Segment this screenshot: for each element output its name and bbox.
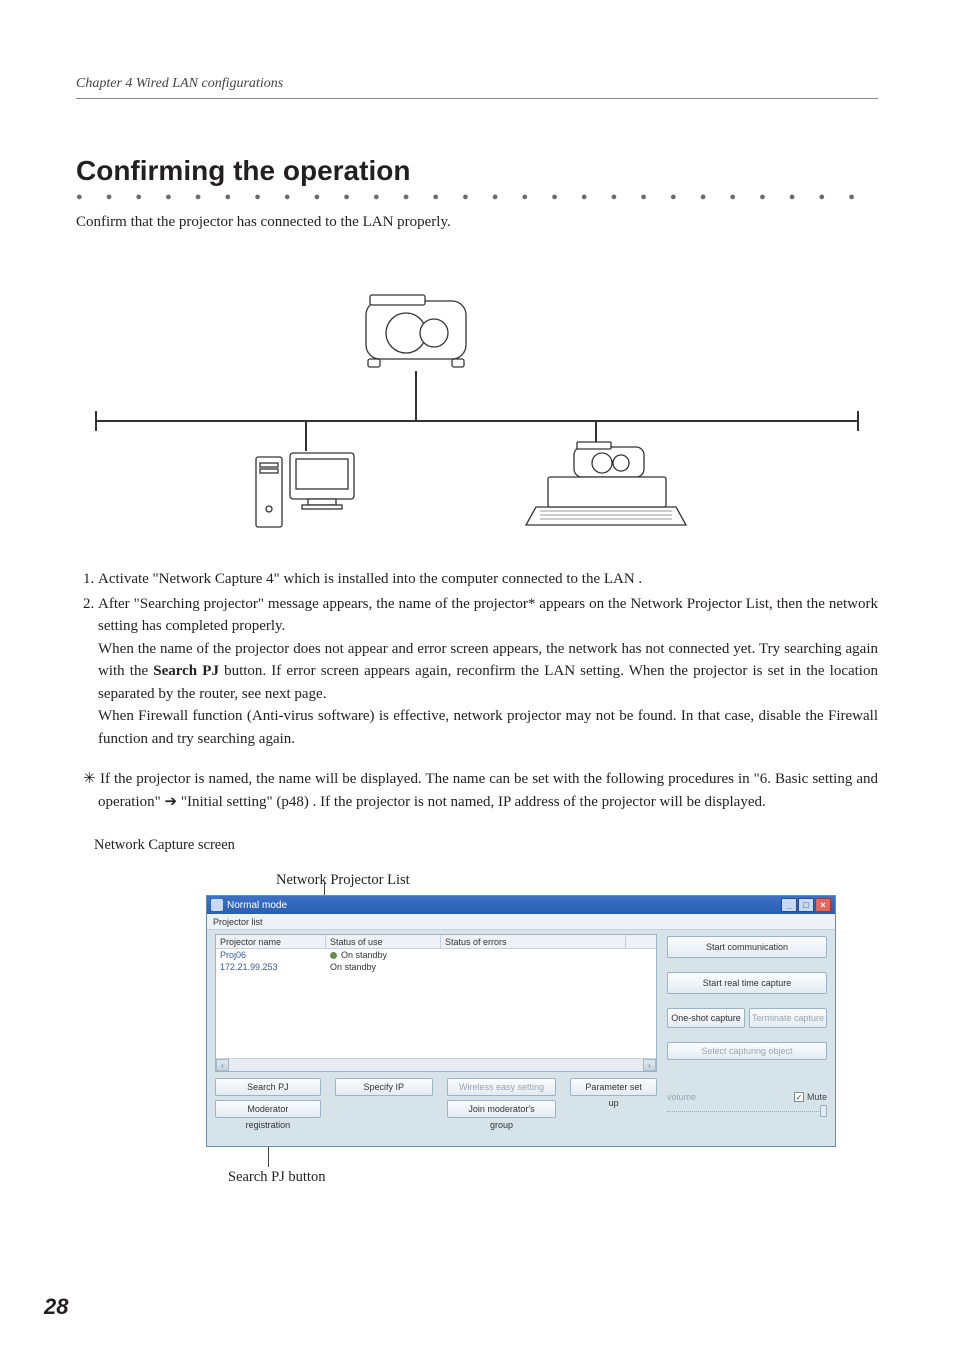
mute-label: Mute	[807, 1092, 827, 1102]
scroll-left-icon[interactable]: ‹	[216, 1059, 229, 1071]
step-2: After "Searching projector" message appe…	[98, 593, 878, 751]
search-pj-bold: Search PJ	[153, 663, 219, 679]
slider-thumb-icon[interactable]	[820, 1105, 827, 1117]
app-screenshot-wrap: Normal mode _ □ × Projector list Project…	[206, 895, 878, 1147]
scroll-right-icon[interactable]: ›	[643, 1059, 656, 1071]
join-moderator-button[interactable]: Join moderator's group	[447, 1100, 556, 1118]
step-2-para-1: After "Searching projector" message appe…	[98, 593, 878, 638]
arrow-icon: ➔	[165, 793, 178, 810]
window-controls: _ □ ×	[781, 898, 831, 912]
footnote: ✳ If the projector is named, the name wi…	[76, 768, 878, 813]
chapter-header: Chapter 4 Wired LAN configurations	[76, 76, 878, 99]
row0-status: On standby	[341, 950, 387, 960]
row1-status: On standby	[330, 962, 376, 972]
moderator-registration-button[interactable]: Moderator registration	[215, 1100, 321, 1118]
one-shot-capture-button[interactable]: One-shot capture	[667, 1008, 745, 1028]
volume-area: volume ✓ Mute	[667, 1092, 827, 1118]
left-panel: Projector name Status of use Status of e…	[207, 930, 663, 1126]
network-diagram	[76, 251, 878, 541]
caption-projector-list: Network Projector List	[276, 872, 878, 889]
row1-errors	[441, 961, 626, 973]
footnote-text-b: "Initial setting" (p48) . If the project…	[177, 794, 766, 810]
app-icon	[211, 899, 223, 911]
row0-name: Proj06	[220, 950, 246, 960]
page-title: Confirming the operation	[76, 155, 878, 187]
dotted-rule: ● ● ● ● ● ● ● ● ● ● ● ● ● ● ● ● ● ● ● ● …	[76, 191, 878, 204]
step-1-text: Activate "Network Capture 4" which is in…	[98, 571, 642, 587]
close-button[interactable]: ×	[815, 898, 831, 912]
list-row[interactable]: 172.21.99.253 On standby	[216, 961, 656, 973]
list-row[interactable]: Proj06 On standby	[216, 949, 656, 961]
terminate-capture-button[interactable]: Terminate capture	[749, 1008, 827, 1028]
specify-ip-button[interactable]: Specify IP	[335, 1078, 433, 1096]
start-communication-button[interactable]: Start communication	[667, 936, 827, 958]
leader-line-bottom	[268, 1147, 269, 1167]
list-header: Projector name Status of use Status of e…	[216, 935, 656, 949]
row0-errors	[441, 949, 626, 961]
col-status-use[interactable]: Status of use	[326, 935, 441, 948]
mute-checkbox[interactable]: ✓ Mute	[794, 1092, 827, 1102]
horizontal-scrollbar[interactable]: ‹ ›	[216, 1058, 656, 1071]
window-title: Normal mode	[227, 900, 287, 911]
app-window: Normal mode _ □ × Projector list Project…	[206, 895, 836, 1147]
asterisk-icon: ✳	[83, 770, 100, 787]
col-status-errors[interactable]: Status of errors	[441, 935, 626, 948]
start-realtime-capture-button[interactable]: Start real time capture	[667, 972, 827, 994]
right-panel: Start communication Start real time capt…	[663, 930, 835, 1126]
minimize-button[interactable]: _	[781, 898, 797, 912]
volume-label: volume	[667, 1092, 696, 1102]
button-row: Search PJ Moderator registration Specify…	[215, 1078, 657, 1118]
leader-line-top	[324, 881, 325, 895]
status-dot-icon	[330, 952, 337, 959]
volume-slider[interactable]	[667, 1104, 827, 1118]
page-number: 28	[44, 1294, 68, 1320]
caption-search-pj: Search PJ button	[228, 1169, 878, 1186]
col-projector-name[interactable]: Projector name	[216, 935, 326, 948]
row1-name: 172.21.99.253	[220, 962, 278, 972]
list-body: Proj06 On standby 172.21.99.253 On stand…	[216, 949, 656, 1058]
checkbox-icon: ✓	[794, 1092, 804, 1102]
menu-projector-list[interactable]: Projector list	[213, 917, 263, 927]
select-capturing-object-button[interactable]: Select capturing object	[667, 1042, 827, 1060]
projector-list-box: Projector name Status of use Status of e…	[215, 934, 657, 1072]
caption-network-capture: Network Capture screen	[94, 837, 878, 854]
intro-text: Confirm that the projector has connected…	[76, 214, 878, 231]
step-1: Activate "Network Capture 4" which is in…	[98, 568, 878, 591]
steps-list: Activate "Network Capture 4" which is in…	[76, 568, 878, 750]
maximize-button[interactable]: □	[798, 898, 814, 912]
menu-bar[interactable]: Projector list	[207, 914, 835, 930]
step-2-para-2: When the name of the projector does not …	[98, 638, 878, 706]
parameter-setup-button[interactable]: Parameter set up	[570, 1078, 657, 1096]
wireless-easy-button[interactable]: Wireless easy setting	[447, 1078, 556, 1096]
step-2-para-3: When Firewall function (Anti-virus softw…	[98, 705, 878, 750]
search-pj-button[interactable]: Search PJ	[215, 1078, 321, 1096]
titlebar: Normal mode _ □ ×	[207, 896, 835, 914]
